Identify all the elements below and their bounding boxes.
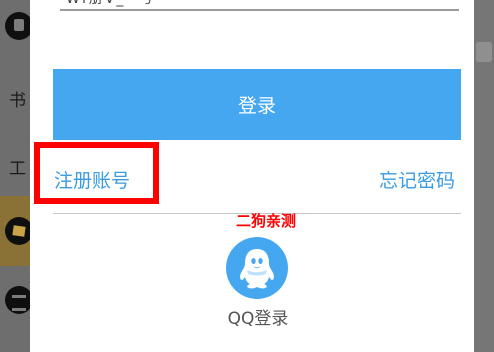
login-dialog: Wf册V_^号 登录 注册账号 忘记密码 二狗亲测 QQ登录 — [30, 0, 474, 352]
qq-penguin-icon — [240, 249, 274, 289]
forgot-password-link[interactable]: 忘记密码 — [379, 166, 455, 193]
background-label: 书 — [9, 91, 26, 111]
background-element — [476, 42, 492, 62]
annotation-highlight-box — [34, 142, 159, 204]
account-input-value[interactable]: Wf册V_^号 — [66, 0, 155, 8]
background-app-strip: 书 工 — [0, 0, 33, 352]
account-input-underline — [60, 9, 459, 11]
qq-login-button[interactable] — [226, 237, 288, 299]
login-button[interactable]: 登录 — [53, 69, 461, 140]
crown-icon — [5, 217, 33, 245]
qq-login-label[interactable]: QQ登录 — [218, 304, 298, 329]
app-icon — [5, 12, 33, 40]
watermark-text: 二狗亲测 — [236, 212, 297, 230]
background-label: 工 — [9, 159, 26, 179]
layers-icon — [5, 286, 33, 314]
background-highlight-tile — [0, 196, 33, 266]
background-app-right-edge — [474, 0, 494, 352]
